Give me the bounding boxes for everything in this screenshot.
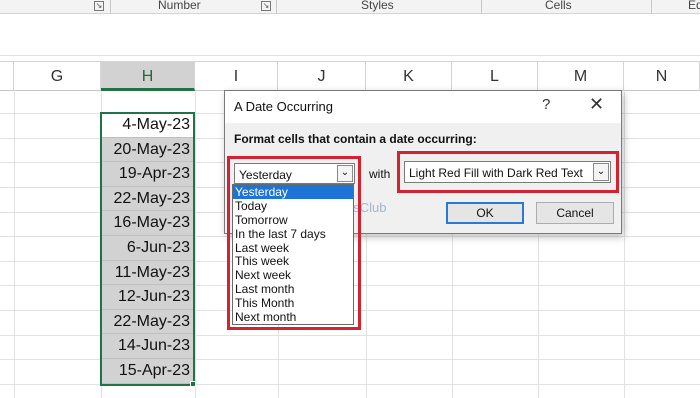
ribbon-separator xyxy=(276,0,277,14)
column-header-k[interactable]: K xyxy=(366,62,452,91)
column-header-g[interactable]: G xyxy=(14,62,101,91)
selection-border xyxy=(100,112,195,386)
highlight-box-format xyxy=(397,151,619,193)
cancel-button[interactable]: Cancel xyxy=(536,202,614,224)
ok-button[interactable]: OK xyxy=(446,202,524,224)
ribbon-group-number: Number xyxy=(158,0,201,12)
ribbon-separator xyxy=(481,0,482,14)
highlight-box-period xyxy=(227,156,361,330)
ribbon-group-styles: Styles xyxy=(361,0,394,12)
ribbon-separator xyxy=(651,0,652,14)
close-icon[interactable]: ✕ xyxy=(589,94,604,115)
ribbon-group-cells: Cells xyxy=(545,0,572,12)
column-header-i[interactable]: I xyxy=(195,62,278,91)
column-header-h[interactable]: H xyxy=(101,62,195,91)
column-header-partial[interactable] xyxy=(0,62,14,91)
dialog-prompt: Format cells that contain a date occurri… xyxy=(234,132,477,146)
ribbon-separator xyxy=(110,0,111,14)
ribbon-group-labels: ↘ Number ↘ Styles Cells Ed xyxy=(0,0,700,14)
column-header-m[interactable]: M xyxy=(538,62,624,91)
ribbon-group-editing: Ed xyxy=(688,0,700,12)
dialog-titlebar[interactable]: A Date Occurring ? ✕ xyxy=(225,91,621,123)
dialog-launcher-icon[interactable]: ↘ xyxy=(94,1,104,11)
column-header-l[interactable]: L xyxy=(452,62,538,91)
column-header-j[interactable]: J xyxy=(278,62,366,91)
dialog-launcher-icon[interactable]: ↘ xyxy=(261,1,271,11)
help-icon[interactable]: ? xyxy=(542,96,550,113)
formula-bar-area xyxy=(0,14,700,56)
fill-handle[interactable] xyxy=(190,381,196,387)
dialog-title: A Date Occurring xyxy=(234,99,333,114)
column-headers: G H I J K L M N xyxy=(0,61,700,91)
with-label: with xyxy=(369,167,391,181)
column-header-n[interactable]: N xyxy=(624,62,700,91)
